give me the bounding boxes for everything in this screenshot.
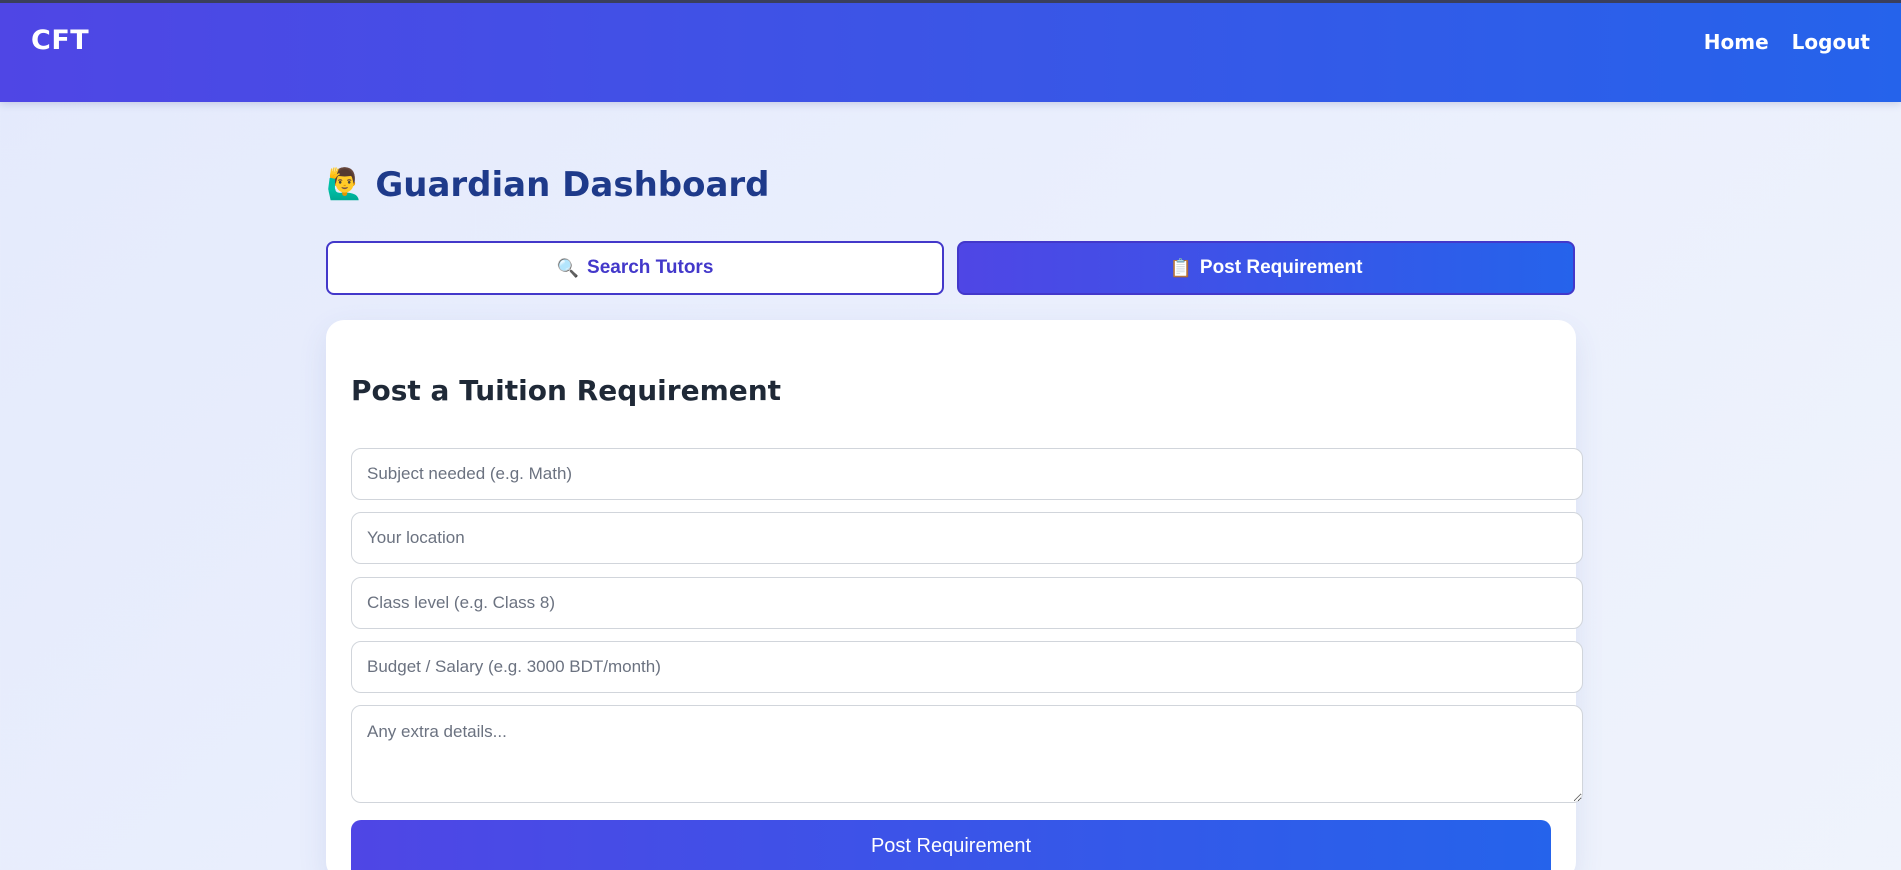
tab-post-requirement-label: Post Requirement (1199, 257, 1363, 278)
search-icon: 🔍 (556, 257, 580, 278)
location-input[interactable] (351, 512, 1583, 564)
page-title: 🙋‍♂️ Guardian Dashboard (326, 165, 770, 205)
nav-logout-link[interactable]: Logout (1792, 30, 1870, 54)
tab-post-requirement[interactable]: 📋 Post Requirement (957, 241, 1575, 295)
brand-logo[interactable]: CFT (31, 25, 89, 56)
clipboard-icon: 📋 (1169, 257, 1192, 278)
tab-search-tutors-label: Search Tutors (587, 257, 714, 278)
tab-search-tutors[interactable]: 🔍 Search Tutors (326, 241, 944, 295)
page-title-text: Guardian Dashboard (375, 165, 770, 205)
form-title: Post a Tuition Requirement (351, 374, 782, 407)
dashboard-tabs: 🔍 Search Tutors 📋 Post Requirement (326, 241, 1576, 295)
top-navbar: CFT Home Logout (0, 0, 1901, 102)
subject-input[interactable] (351, 448, 1583, 500)
extra-details-textarea[interactable] (351, 705, 1583, 803)
class-level-input[interactable] (351, 577, 1583, 629)
nav-links: Home Logout (1704, 30, 1870, 54)
guardian-icon: 🙋‍♂️ (326, 167, 364, 202)
nav-home-link[interactable]: Home (1704, 30, 1769, 54)
post-requirement-button[interactable]: Post Requirement (351, 820, 1551, 870)
post-requirement-card: Post a Tuition Requirement Post Requirem… (326, 320, 1583, 870)
budget-input[interactable] (351, 641, 1583, 693)
